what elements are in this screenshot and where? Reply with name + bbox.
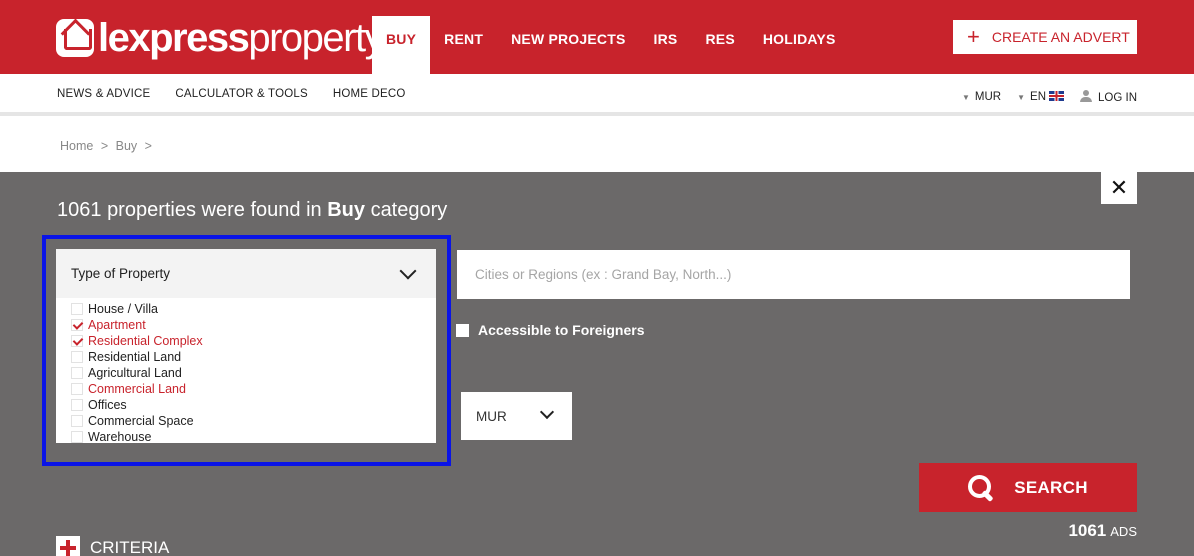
search-button[interactable]: SEARCH [919,463,1137,512]
results-category: Buy [327,199,365,221]
option-offices[interactable]: Offices [56,397,436,413]
close-search-button[interactable]: ✕ [1101,172,1137,204]
option-label: Agricultural Land [88,366,182,380]
nav-buy[interactable]: BUY [372,16,431,74]
option-label: Commercial Land [88,382,186,396]
site-logo[interactable]: lexpressproperty [56,14,385,62]
nav-rent[interactable]: RENT [430,16,497,74]
checkbox[interactable] [71,415,83,427]
criteria-toggle[interactable]: CRITERIA [56,536,169,556]
option-agricultural-land[interactable]: Agricultural Land [56,365,436,381]
ads-count: 1061 ADS [1068,521,1137,541]
subnav-news-advice[interactable]: NEWS & ADVICE [57,88,150,100]
language-switcher-label: EN [1030,91,1047,103]
login-link[interactable]: LOG IN [1080,90,1137,104]
user-controls: ▼ MUR ▼ EN LOG IN [962,90,1137,104]
house-logo-icon [56,19,94,57]
option-label: Residential Complex [88,334,203,348]
checkbox[interactable] [71,383,83,395]
nav-new-projects[interactable]: NEW PROJECTS [497,16,639,74]
breadcrumb-separator: > [144,139,152,153]
currency-select-value: MUR [476,408,507,424]
nav-irs[interactable]: IRS [640,16,692,74]
breadcrumb-home[interactable]: Home [60,139,93,153]
criteria-label: CRITERIA [90,538,170,556]
option-label: Apartment [88,318,146,332]
property-type-label: Type of Property [71,266,171,281]
search-icon [968,474,994,501]
create-advert-label: CREATE AN ADVERT [991,29,1130,45]
foreigners-label: Accessible to Foreigners [478,322,645,338]
breadcrumb: Home > Buy > [60,139,156,153]
checkbox[interactable] [71,399,83,411]
caret-down-icon: ▼ [1017,93,1026,102]
checkbox-checked[interactable] [71,335,83,347]
option-label: Residential Land [88,350,182,364]
option-label: Offices [88,398,127,412]
nav-holidays[interactable]: HOLIDAYS [749,16,850,74]
checkbox-checked[interactable] [71,319,83,331]
option-commercial-space[interactable]: Commercial Space [56,413,436,429]
results-count: 1061 [57,199,102,221]
option-apartment[interactable]: Apartment [56,317,436,333]
property-type-options: House / Villa Apartment Residential Comp… [56,298,436,445]
create-advert-button[interactable]: + CREATE AN ADVERT [953,20,1137,54]
checkbox[interactable] [71,367,83,379]
subnav-home-deco[interactable]: HOME DECO [333,88,406,100]
location-search-input[interactable] [457,250,1130,299]
search-button-label: SEARCH [1014,477,1088,497]
option-commercial-land[interactable]: Commercial Land [56,381,436,397]
plus-icon [56,536,80,556]
chevron-down-icon [539,404,555,420]
uk-flag-icon [1049,91,1065,101]
checkbox[interactable] [71,351,83,363]
ads-count-number: 1061 [1068,521,1107,540]
property-type-dropdown[interactable]: Type of Property [56,249,436,298]
option-label: Warehouse [88,430,152,444]
caret-down-icon: ▼ [961,93,970,102]
option-residential-land[interactable]: Residential Land [56,349,436,365]
checkbox[interactable] [71,303,83,315]
checkbox[interactable] [456,323,469,337]
secondary-nav: NEWS & ADVICE CALCULATOR & TOOLS HOME DE… [57,88,406,100]
results-text-end: category [370,199,448,221]
language-switcher[interactable]: ▼ EN [1017,91,1065,103]
secondary-nav-bar: NEWS & ADVICE CALCULATOR & TOOLS HOME DE… [0,74,1194,116]
close-icon: ✕ [1109,175,1129,200]
login-label: LOG IN [1098,92,1137,104]
plus-icon: + [967,24,980,49]
option-label: House / Villa [88,302,158,316]
breadcrumb-buy[interactable]: Buy [116,139,138,153]
foreigners-checkbox[interactable]: Accessible to Foreigners [456,322,645,338]
currency-switcher-label: MUR [974,91,1002,103]
main-nav: BUY RENT NEW PROJECTS IRS RES HOLIDAYS [372,16,850,74]
currency-select[interactable]: MUR [461,392,572,440]
logo-text: lexpressproperty [98,16,385,60]
option-house-villa[interactable]: House / Villa [56,301,436,317]
checkbox[interactable] [71,431,83,443]
ads-count-label: ADS [1110,524,1137,539]
top-header: lexpressproperty BUY RENT NEW PROJECTS I… [0,0,1194,74]
nav-res[interactable]: RES [691,16,748,74]
currency-switcher[interactable]: ▼ MUR [962,91,1001,103]
results-text: properties were found in [107,199,322,221]
option-warehouse[interactable]: Warehouse [56,429,436,445]
results-summary: 1061 properties were found in Buy catego… [57,199,447,222]
option-label: Commercial Space [88,414,194,428]
breadcrumb-separator: > [100,139,109,153]
subnav-calculator-tools[interactable]: CALCULATOR & TOOLS [175,88,308,100]
chevron-down-icon [399,262,417,280]
user-icon [1080,90,1093,102]
option-residential-complex[interactable]: Residential Complex [56,333,436,349]
